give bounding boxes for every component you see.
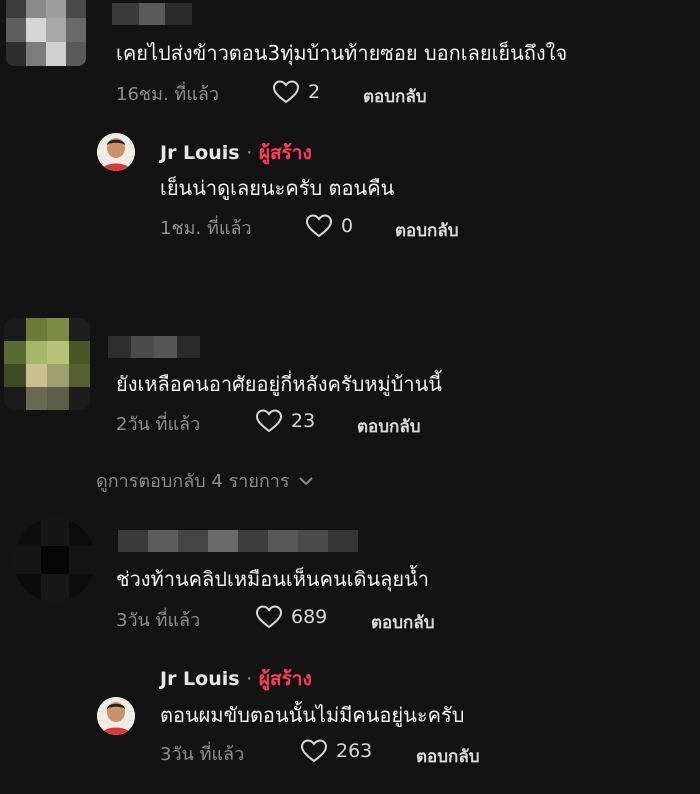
comment-timestamp: 3วัน ที่แล้ว <box>116 609 201 631</box>
creator-avatar[interactable] <box>97 133 135 171</box>
author-name[interactable]: Jr Louis <box>160 668 240 690</box>
reply-meta-row: 3วัน ที่แล้ว <box>160 740 244 766</box>
reply-button[interactable]: ตอบกลับ <box>363 83 427 110</box>
like-count: 23 <box>291 410 316 432</box>
heart-outline-icon <box>255 409 283 433</box>
chevron-down-icon <box>298 476 313 485</box>
reply-button[interactable]: ตอบกลับ <box>357 413 421 440</box>
reply-text: เย็นน่าดูเลยนะครับ ตอนคืน <box>160 176 395 200</box>
commenter-name-blurred[interactable] <box>108 336 200 358</box>
heart-outline-icon <box>255 605 283 629</box>
reply-timestamp: 1ชม. ที่แล้ว <box>160 217 252 239</box>
like-button[interactable]: 0 <box>305 213 353 239</box>
like-button[interactable]: 23 <box>255 408 315 434</box>
like-count: 0 <box>341 215 354 237</box>
commenter-name-blurred[interactable] <box>112 3 193 25</box>
commenter-avatar[interactable] <box>6 0 86 66</box>
like-count: 689 <box>291 606 328 628</box>
commenter-name-blurred[interactable] <box>118 530 358 552</box>
reply-meta-row: 1ชม. ที่แล้ว <box>160 214 252 240</box>
comment-meta-row: 16ชม. ที่แล้ว <box>116 80 219 106</box>
like-button[interactable]: 689 <box>255 604 327 630</box>
creator-name-row: Jr Louis · ผู้สร้าง <box>160 664 312 694</box>
reply-button[interactable]: ตอบกลับ <box>395 217 459 244</box>
reply-button[interactable]: ตอบกลับ <box>416 743 480 770</box>
comment-text: เคยไปส่งข้าวตอน3ทุ่มบ้านท้ายซอย บอกเลยเย… <box>116 41 568 65</box>
comment-timestamp: 2วัน ที่แล้ว <box>116 413 201 435</box>
like-button[interactable]: 2 <box>272 79 320 105</box>
creator-avatar[interactable] <box>97 697 135 735</box>
commenter-avatar[interactable] <box>4 318 90 410</box>
like-count: 2 <box>308 81 321 103</box>
like-count: 263 <box>336 740 373 762</box>
reply-timestamp: 3วัน ที่แล้ว <box>160 743 245 765</box>
creator-badge: ผู้สร้าง <box>258 668 312 690</box>
view-replies-button[interactable]: ดูการตอบกลับ 4 รายการ <box>96 466 314 495</box>
creator-name-row: Jr Louis · ผู้สร้าง <box>160 138 312 168</box>
heart-outline-icon <box>300 739 328 763</box>
view-replies-label: ดูการตอบกลับ 4 รายการ <box>96 471 290 492</box>
author-name[interactable]: Jr Louis <box>160 142 240 164</box>
comment-meta-row: 2วัน ที่แล้ว <box>116 410 200 436</box>
like-button[interactable]: 263 <box>300 738 372 764</box>
comment-meta-row: 3วัน ที่แล้ว <box>116 606 200 632</box>
comment-text: ยังเหลือคนอาศัยอยู่กี่หลังครับหมู่บ้านนี… <box>116 372 442 396</box>
name-separator: · <box>246 668 253 690</box>
creator-badge: ผู้สร้าง <box>258 142 312 164</box>
heart-outline-icon <box>272 80 300 104</box>
reply-text: ตอนผมขับตอนนั้นไม่มีคนอยู่นะครับ <box>160 703 465 727</box>
heart-outline-icon <box>305 214 333 238</box>
comment-text: ช่วงท้านคลิปเหมือนเห็นคนเดินลุยน้ำ <box>116 567 429 591</box>
reply-button[interactable]: ตอบกลับ <box>371 609 435 636</box>
commenter-avatar[interactable] <box>14 518 96 602</box>
name-separator: · <box>246 142 253 164</box>
comment-timestamp: 16ชม. ที่แล้ว <box>116 83 220 105</box>
